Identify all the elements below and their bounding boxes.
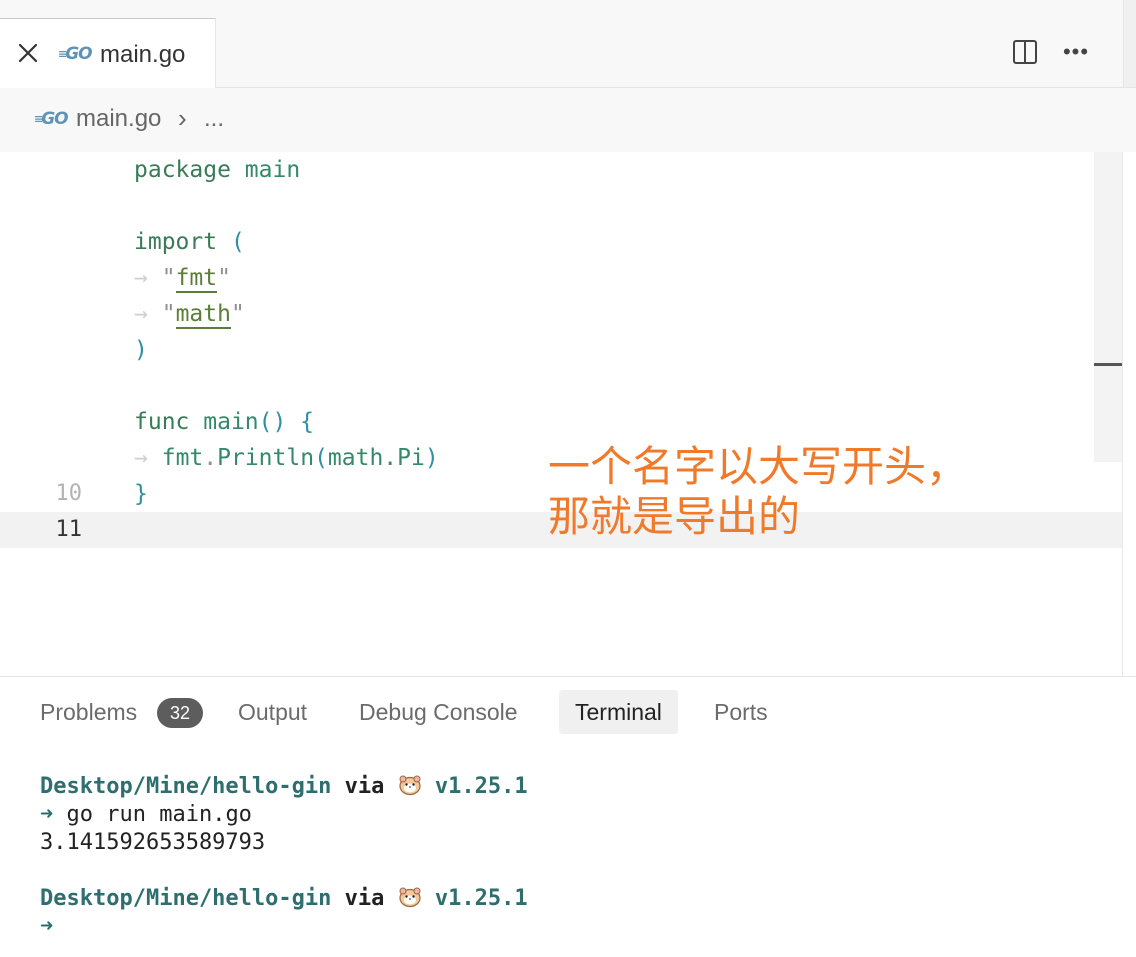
- import-path[interactable]: math: [175, 301, 231, 329]
- line-number: 10: [55, 481, 83, 506]
- hamster-icon: [399, 775, 421, 796]
- go-version: v1.25.1: [434, 886, 528, 911]
- editor-edge: [1122, 152, 1123, 676]
- terminal-prompt: Desktop/Mine/hello-gin via v1.25.1: [40, 774, 528, 799]
- command-text: go run main.go: [66, 802, 252, 827]
- function-call: Println: [217, 445, 315, 471]
- go-version: v1.25.1: [434, 774, 528, 799]
- annotation-line-1: 一个名字以大写开头，: [548, 443, 969, 490]
- chevron-right-icon: ›: [178, 103, 187, 133]
- prompt-arrow-icon: ➜: [40, 802, 54, 827]
- punctuation: () {: [258, 409, 315, 435]
- tab-problems[interactable]: Problems: [40, 690, 137, 734]
- tab-main-go[interactable]: ≡GO main.go: [0, 18, 216, 88]
- breadcrumb: ≡GO main.go › ...: [0, 88, 1136, 152]
- import-path[interactable]: fmt: [175, 265, 218, 293]
- bottom-panel: Problems 32 Output Debug Console Termina…: [0, 676, 1136, 957]
- code-line-6: ): [0, 332, 1122, 368]
- go-file-icon: ≡GO: [58, 44, 93, 64]
- keyword: import: [134, 229, 218, 255]
- code-line-3: import (: [0, 224, 1122, 260]
- tab-bar-edge: [1123, 0, 1136, 87]
- go-file-icon: ≡GO: [34, 109, 69, 129]
- indent-guide-icon: →: [134, 265, 148, 291]
- indent-guide-icon: →: [134, 445, 148, 471]
- terminal-input-line[interactable]: ➜: [40, 913, 53, 941]
- terminal-output: 3.141592653589793: [40, 830, 266, 855]
- split-editor-icon[interactable]: [1011, 38, 1039, 66]
- keyword: func: [134, 409, 190, 435]
- tab-debug-console[interactable]: Debug Console: [359, 690, 518, 734]
- overview-ruler[interactable]: [1094, 152, 1122, 462]
- more-actions-icon[interactable]: •••: [1062, 40, 1090, 64]
- breadcrumb-file[interactable]: main.go: [76, 105, 161, 133]
- identifier: main: [244, 157, 301, 183]
- annotation-line-2: 那就是导出的: [548, 493, 801, 540]
- breadcrumb-more[interactable]: ...: [204, 105, 224, 133]
- prompt-path: Desktop/Mine/hello-gin: [40, 774, 332, 799]
- problems-count-badge: 32: [157, 698, 203, 728]
- paren: ): [134, 337, 148, 363]
- editor-tab-bar: ≡GO main.go •••: [0, 0, 1136, 88]
- code-line-4: → "fmt": [134, 265, 231, 293]
- code-editor[interactable]: package main import ( → "fmt" → "math" )…: [0, 152, 1136, 676]
- code-line-8: func main() {: [0, 404, 1122, 440]
- indent-guide-icon: →: [134, 301, 148, 327]
- tab-label: main.go: [100, 41, 186, 68]
- identifier: main: [203, 409, 259, 435]
- hamster-icon: [399, 887, 421, 908]
- tab-terminal[interactable]: Terminal: [559, 690, 678, 734]
- code-line-1: package main: [0, 152, 1122, 188]
- cursor-position-marker: [1094, 363, 1122, 366]
- keyword: package: [134, 157, 231, 183]
- annotation-note: 一个名字以大写开头， 那就是导出的: [548, 442, 1088, 542]
- brace: }: [134, 481, 148, 507]
- close-icon[interactable]: [14, 39, 42, 67]
- code-line-5: → "math": [134, 301, 245, 329]
- paren: (: [230, 229, 245, 255]
- argument: math.Pi: [327, 445, 425, 471]
- tab-ports[interactable]: Ports: [714, 690, 768, 734]
- line-number-active: 11: [55, 517, 83, 542]
- terminal-prompt: Desktop/Mine/hello-gin via v1.25.1: [40, 886, 528, 911]
- prompt-arrow-icon: ➜: [40, 914, 54, 939]
- terminal-command: ➜ go run main.go: [40, 801, 252, 829]
- tab-output[interactable]: Output: [238, 690, 307, 734]
- prompt-path: Desktop/Mine/hello-gin: [40, 886, 332, 911]
